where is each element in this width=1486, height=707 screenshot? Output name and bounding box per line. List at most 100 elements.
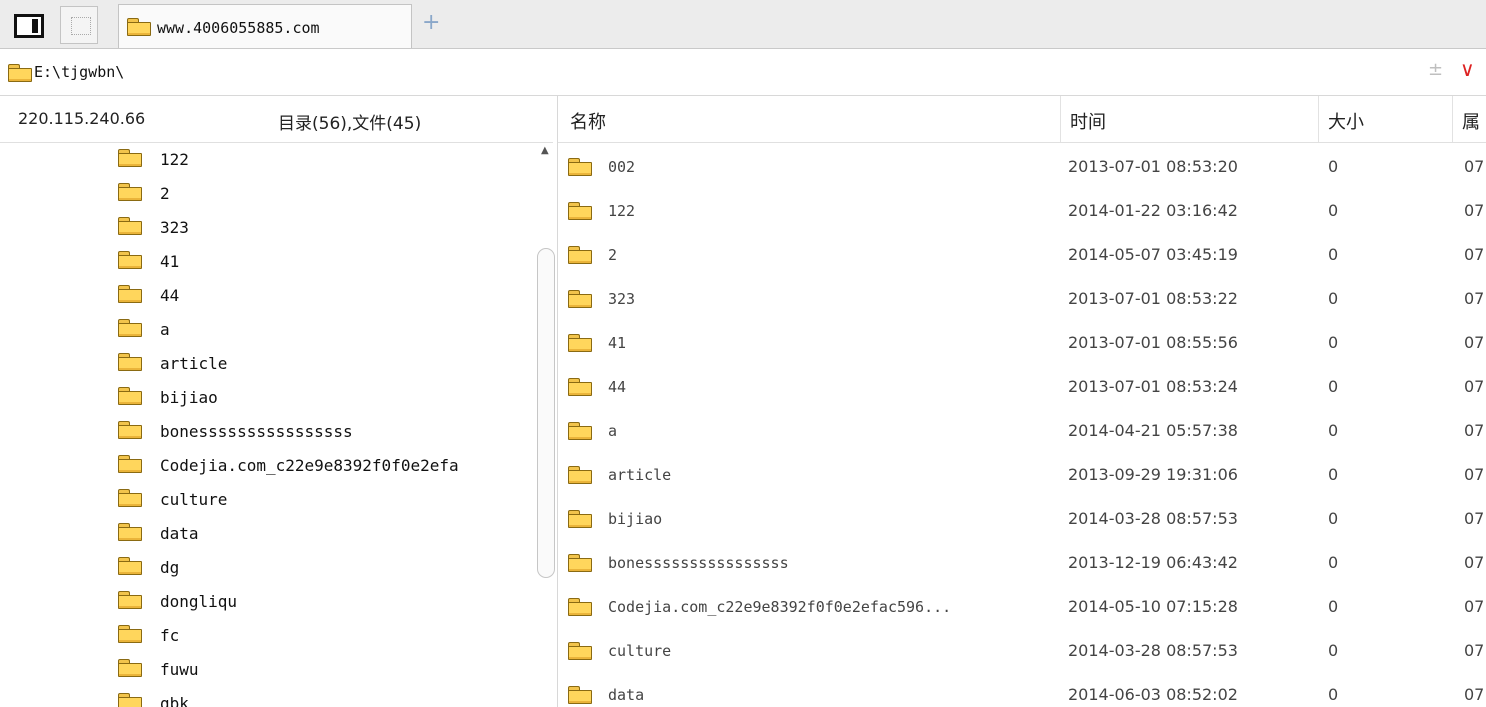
- column-divider[interactable]: [1318, 96, 1319, 142]
- folder-icon: [568, 158, 592, 176]
- tree-item[interactable]: 122: [118, 145, 535, 175]
- file-row[interactable]: 323 2013-07-01 08:53:22 0 07: [558, 277, 1486, 321]
- plus-minus-button[interactable]: ±: [1428, 59, 1443, 80]
- dropdown-chevron-icon[interactable]: ∨: [1460, 57, 1475, 81]
- file-time: 2014-05-10 07:15:28: [1068, 597, 1238, 616]
- folder-icon: [8, 64, 32, 82]
- file-row[interactable]: article 2013-09-29 19:31:06 0 07: [558, 453, 1486, 497]
- folder-icon: [127, 18, 151, 36]
- tab-label: www.4006055885.com: [157, 19, 320, 37]
- file-attr: 07: [1464, 157, 1485, 176]
- column-time[interactable]: 时间: [1070, 108, 1106, 134]
- file-size: 0: [1328, 641, 1339, 660]
- tree-item[interactable]: gbk: [118, 689, 535, 707]
- file-row[interactable]: 2 2014-05-07 03:45:19 0 07: [558, 233, 1486, 277]
- file-size: 0: [1328, 333, 1339, 352]
- file-time: 2013-07-01 08:53:24: [1068, 377, 1238, 396]
- file-name: bijiao: [608, 510, 663, 528]
- file-size: 0: [1328, 289, 1339, 308]
- file-row[interactable]: 41 2013-07-01 08:55:56 0 07: [558, 321, 1486, 365]
- folder-icon: [118, 489, 142, 507]
- file-attr: 07: [1464, 377, 1485, 396]
- tree-item[interactable]: 323: [118, 213, 535, 243]
- file-attr: 07: [1464, 245, 1485, 264]
- file-list-header: 名称 时间 大小 属: [558, 96, 1486, 143]
- file-size: 0: [1328, 157, 1339, 176]
- file-name: bonessssssssssssssss: [608, 554, 789, 572]
- tree-item[interactable]: a: [118, 315, 535, 345]
- file-attr: 07: [1464, 333, 1485, 352]
- folder-icon: [568, 290, 592, 308]
- tab-bar: www.4006055885.com +: [0, 0, 1486, 49]
- column-name[interactable]: 名称: [570, 108, 606, 134]
- file-time: 2014-05-07 03:45:19: [1068, 245, 1238, 264]
- tree-item[interactable]: fuwu: [118, 655, 535, 685]
- file-row[interactable]: 122 2014-01-22 03:16:42 0 07: [558, 189, 1486, 233]
- file-row[interactable]: culture 2014-03-28 08:57:53 0 07: [558, 629, 1486, 673]
- file-size: 0: [1328, 421, 1339, 440]
- file-row[interactable]: a 2014-04-21 05:57:38 0 07: [558, 409, 1486, 453]
- column-attr[interactable]: 属: [1462, 108, 1480, 134]
- file-name: 41: [608, 334, 627, 352]
- tree-item[interactable]: dg: [118, 553, 535, 583]
- file-name: 44: [608, 378, 627, 396]
- scroll-thumb[interactable]: [537, 248, 555, 578]
- tree-item[interactable]: data: [118, 519, 535, 549]
- folder-icon: [118, 285, 142, 303]
- column-divider[interactable]: [1060, 96, 1061, 142]
- file-name: article: [608, 466, 672, 484]
- address-path[interactable]: E:\tjgwbn\: [34, 63, 124, 81]
- tree-item-label: a: [160, 320, 170, 339]
- folder-icon: [118, 319, 142, 337]
- file-size: 0: [1328, 685, 1339, 704]
- tree-item[interactable]: 41: [118, 247, 535, 277]
- tree-item[interactable]: fc: [118, 621, 535, 651]
- folder-icon: [118, 387, 142, 405]
- blank-tab-button[interactable]: [60, 6, 98, 44]
- column-size[interactable]: 大小: [1328, 108, 1364, 134]
- tree-item[interactable]: culture: [118, 485, 535, 515]
- scroll-up-arrow-icon[interactable]: ▲: [541, 145, 549, 156]
- tree-item[interactable]: bijiao: [118, 383, 535, 413]
- file-row[interactable]: bonessssssssssssssss 2013-12-19 06:43:42 0…: [558, 541, 1486, 585]
- tree-item-label: bijiao: [160, 388, 218, 407]
- tree-item[interactable]: article: [118, 349, 535, 379]
- file-size: 0: [1328, 245, 1339, 264]
- tree-item[interactable]: bonessssssssssssssss: [118, 417, 535, 447]
- file-attr: 07: [1464, 641, 1485, 660]
- file-row[interactable]: data 2014-06-03 08:52:02 0 07: [558, 673, 1486, 707]
- file-name: 323: [608, 290, 636, 308]
- tree-item-label: 2: [160, 184, 170, 203]
- file-size: 0: [1328, 597, 1339, 616]
- new-tab-button[interactable]: +: [422, 10, 440, 35]
- file-row[interactable]: bijiao 2014-03-28 08:57:53 0 07: [558, 497, 1486, 541]
- file-size: 0: [1328, 377, 1339, 396]
- tree-item-label: 44: [160, 286, 180, 305]
- file-row[interactable]: 44 2013-07-01 08:53:24 0 07: [558, 365, 1486, 409]
- file-name: a: [608, 422, 618, 440]
- tree-item-label: article: [160, 354, 228, 373]
- tree-scrollbar[interactable]: ▲: [535, 143, 557, 707]
- column-divider[interactable]: [1452, 96, 1453, 142]
- tree-item[interactable]: dongliqu: [118, 587, 535, 617]
- file-time: 2014-01-22 03:16:42: [1068, 201, 1238, 220]
- folder-icon: [568, 202, 592, 220]
- file-row[interactable]: Codejia.com_c22e9e8392f0f0e2efac596... 20…: [558, 585, 1486, 629]
- tab-active[interactable]: www.4006055885.com: [118, 4, 412, 48]
- dotted-box-icon: [71, 17, 91, 35]
- tree-item[interactable]: Codejia.com_c22e9e8392f0f0e2efa: [118, 451, 535, 481]
- file-time: 2013-12-19 06:43:42: [1068, 553, 1238, 572]
- file-attr: 07: [1464, 465, 1485, 484]
- file-time: 2013-07-01 08:55:56: [1068, 333, 1238, 352]
- panel-toggle-button[interactable]: [10, 6, 48, 44]
- tree-item-label: data: [160, 524, 199, 543]
- tree-item-label: bonessssssssssssssss: [160, 422, 353, 441]
- tree-item[interactable]: 44: [118, 281, 535, 311]
- folder-icon: [568, 246, 592, 264]
- folder-icon: [568, 466, 592, 484]
- file-time: 2014-03-28 08:57:53: [1068, 509, 1238, 528]
- file-name: 2: [608, 246, 618, 264]
- file-row[interactable]: 002 2013-07-01 08:53:20 0 07: [558, 145, 1486, 189]
- tree-item[interactable]: 2: [118, 179, 535, 209]
- folder-icon: [568, 686, 592, 704]
